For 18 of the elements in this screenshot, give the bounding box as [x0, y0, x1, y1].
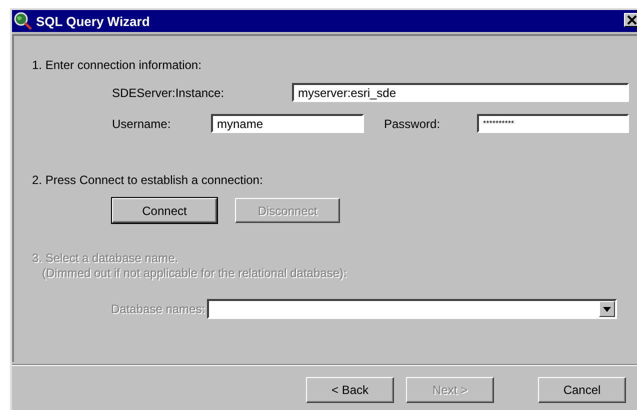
close-button[interactable]	[624, 13, 637, 27]
step-note: (Dimmed out if not applicable for the relational database):	[41, 266, 348, 281]
step-heading: 2. Press Connect to establish a connection:	[32, 173, 264, 188]
window-title: SQL Query Wizard	[36, 14, 150, 28]
field-label: Username:	[112, 116, 172, 130]
username-field[interactable]: myname	[211, 114, 364, 133]
field-label: SDEServer:Instance:	[112, 86, 226, 100]
back-button[interactable]: < Back	[306, 377, 394, 403]
server-instance-field[interactable]: myserver:esri_sde	[292, 83, 629, 102]
password-field[interactable]: **********	[477, 114, 629, 133]
step-heading: 3. Select a database name.	[32, 251, 180, 266]
close-icon	[627, 15, 637, 25]
connect-button[interactable]: Connect	[112, 198, 217, 223]
field-label: Password:	[384, 116, 442, 130]
step-heading: 1. Enter connection information:	[32, 58, 202, 73]
field-label: Database names:	[111, 302, 206, 316]
globe-magnifier-icon	[14, 12, 32, 30]
cancel-button[interactable]: Cancel	[538, 377, 626, 403]
